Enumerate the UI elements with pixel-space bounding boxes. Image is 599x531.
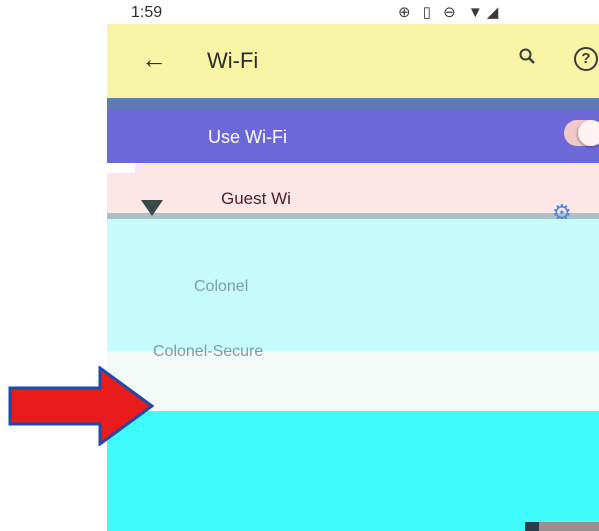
red-arrow-annotation — [8, 366, 154, 446]
network-row-guest[interactable]: Guest Wi — [107, 163, 599, 213]
use-wifi-row[interactable]: Use Wi-Fi — [107, 109, 599, 163]
row-notch — [107, 163, 135, 173]
status-icons: ⊕ ▯ ⊖ ▼◢ — [398, 4, 503, 21]
corner-block-grey — [539, 522, 599, 531]
wifi-toggle-knob — [578, 120, 599, 146]
page-title: Wi-Fi — [207, 48, 259, 73]
back-arrow-icon[interactable]: ← — [141, 44, 167, 75]
search-icon[interactable] — [519, 48, 535, 64]
highlight-panel — [107, 411, 599, 531]
settings-panel: ← Wi-Fi ? Use Wi-Fi Guest Wi ⚙ Colonel C… — [107, 24, 599, 531]
network-name-guest: Guest Wi — [221, 189, 291, 208]
corner-block — [525, 522, 539, 531]
network-name-colonel[interactable]: Colonel — [194, 278, 248, 296]
help-icon[interactable]: ? — [574, 47, 598, 71]
network-name-colonel-secure[interactable]: Colonel-Secure — [153, 343, 263, 361]
wifi-signal-icon — [141, 200, 163, 216]
wifi-toggle[interactable] — [564, 120, 599, 146]
app-bar: ← Wi-Fi ? — [107, 24, 599, 98]
status-time: 1:59 — [131, 4, 163, 21]
phone-screen: 1:59 ⊕ ▯ ⊖ ▼◢ ← Wi-Fi ? Use Wi-Fi Guest … — [0, 0, 599, 531]
use-wifi-label: Use Wi-Fi — [208, 127, 287, 147]
